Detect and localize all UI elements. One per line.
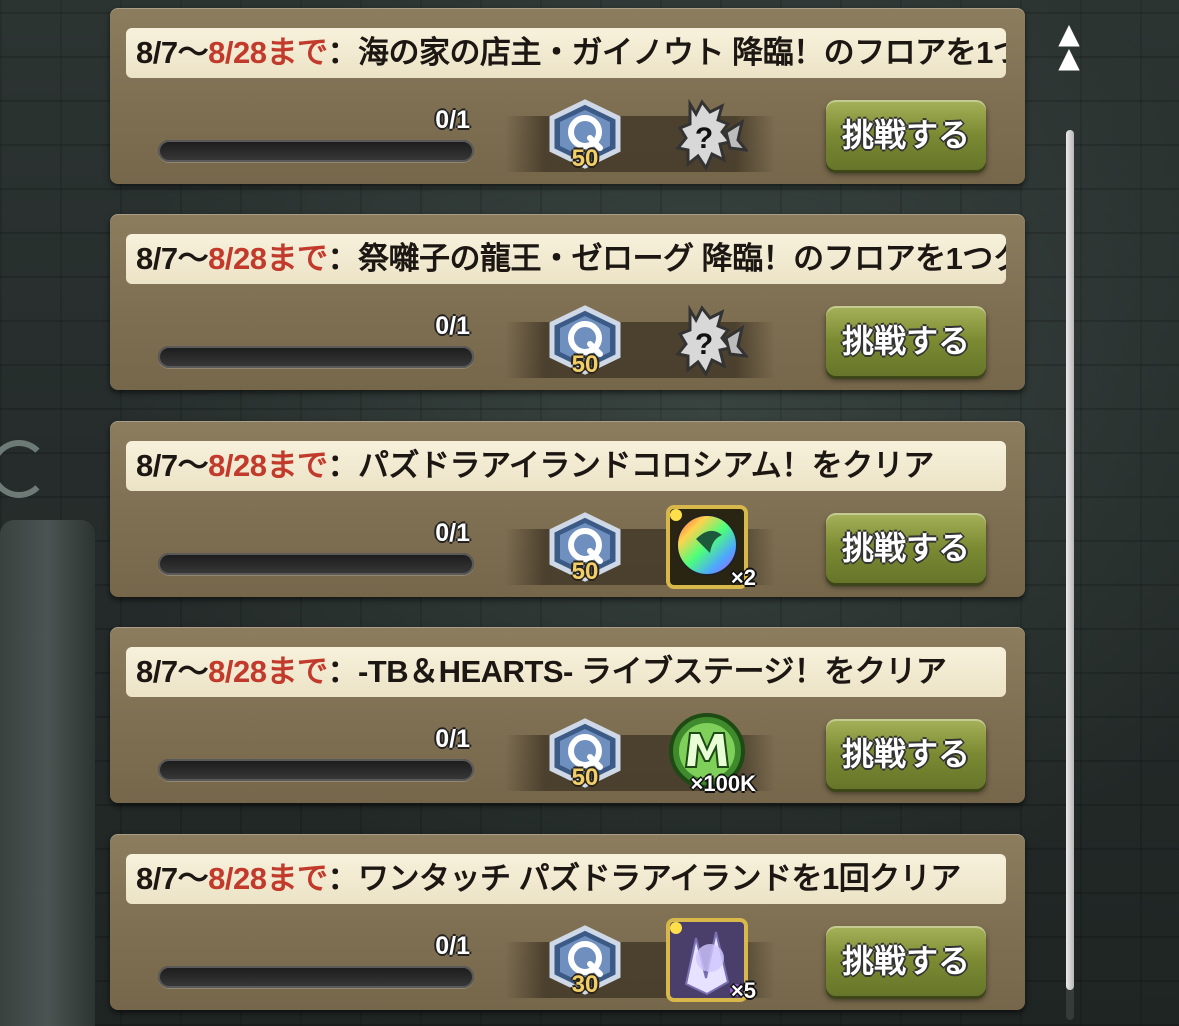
reward-item: ?: [666, 92, 750, 176]
quest-card: 8/7〜8/28まで：パズドラアイランドコロシアム！をクリア 0/1 50 ×2…: [110, 421, 1025, 597]
quest-description: ：海の家の店主・ガイノウト 降臨！のフロアを1つクリア: [327, 35, 1006, 70]
quest-date-start: 8/7〜: [136, 241, 209, 276]
progress-bar: [158, 966, 474, 988]
quest-date-end: 8/28まで: [208, 35, 328, 70]
progress-bar: [158, 140, 474, 162]
quest-description: ：-TB＆HEARTS- ライブステージ！をクリア: [327, 654, 947, 689]
quest-point-value: 30: [571, 971, 599, 998]
quest-point-value: 50: [571, 351, 599, 378]
quest-title: 8/7〜8/28まで：パズドラアイランドコロシアム！をクリア: [126, 441, 1006, 491]
progress-count: 0/1: [435, 106, 470, 134]
progress-count: 0/1: [435, 932, 470, 960]
quest-title: 8/7〜8/28まで：-TB＆HEARTS- ライブステージ！をクリア: [126, 647, 1006, 697]
svg-text:?: ?: [695, 328, 713, 361]
quest-date-start: 8/7〜: [136, 448, 209, 483]
challenge-button[interactable]: 挑戦する: [826, 513, 986, 583]
scrollbar[interactable]: [1066, 130, 1074, 1020]
reward-quantity: ×100K: [690, 771, 756, 796]
quest-date-end: 8/28まで: [208, 861, 328, 896]
quest-point-badge: 50: [544, 717, 626, 795]
quest-point-badge: 30: [544, 924, 626, 1002]
quest-point-badge: 50: [544, 304, 626, 382]
quest-description: ：ワンタッチ パズドラアイランドを1回クリア: [327, 861, 961, 896]
quest-point-badge: 50: [544, 98, 626, 176]
progress-bar: [158, 759, 474, 781]
challenge-button[interactable]: 挑戦する: [826, 306, 986, 376]
quest-date-start: 8/7〜: [136, 35, 209, 70]
quest-title: 8/7〜8/28まで：祭囃子の龍王・ゼローグ 降臨！のフロアを1つクリア: [126, 234, 1006, 284]
quest-date-end: 8/28まで: [208, 241, 328, 276]
scrollbar-thumb[interactable]: [1066, 130, 1074, 990]
progress-count: 0/1: [435, 312, 470, 340]
mystery-dragon-icon: ?: [675, 304, 750, 378]
challenge-button[interactable]: 挑戦する: [826, 926, 986, 996]
quest-description: ：祭囃子の龍王・ゼローグ 降臨！のフロアを1つクリア: [327, 241, 1006, 276]
background-pillar: [0, 520, 95, 1026]
challenge-button[interactable]: 挑戦する: [826, 100, 986, 170]
quest-card: 8/7〜8/28まで：祭囃子の龍王・ゼローグ 降臨！のフロアを1つクリア 0/1…: [110, 214, 1025, 390]
quest-point-value: 50: [571, 558, 599, 585]
reward-item: ×100K: [666, 711, 756, 796]
reward-item: ?: [666, 298, 750, 382]
quest-description: ：パズドラアイランドコロシアム！をクリア: [327, 448, 934, 483]
quest-point-value: 50: [571, 764, 599, 791]
svg-text:?: ?: [695, 122, 713, 155]
challenge-button[interactable]: 挑戦する: [826, 719, 986, 789]
progress-bar: [158, 346, 474, 368]
quest-date-end: 8/28まで: [208, 654, 328, 689]
quest-card: 8/7〜8/28まで：-TB＆HEARTS- ライブステージ！をクリア 0/1 …: [110, 627, 1025, 803]
quest-card: 8/7〜8/28まで：海の家の店主・ガイノウト 降臨！のフロアを1つクリア 0/…: [110, 8, 1025, 184]
quest-date-start: 8/7〜: [136, 861, 209, 896]
quest-point-badge: 50: [544, 511, 626, 589]
quest-card: 8/7〜8/28まで：ワンタッチ パズドラアイランドを1回クリア 0/1 30 …: [110, 834, 1025, 1010]
quest-title: 8/7〜8/28まで：海の家の店主・ガイノウト 降臨！のフロアを1つクリア: [126, 28, 1006, 78]
quest-date-end: 8/28まで: [208, 448, 328, 483]
reward-quantity: ×5: [730, 978, 756, 1003]
mystery-dragon-icon: ?: [675, 98, 750, 172]
progress-bar: [158, 553, 474, 575]
reward-item: ×2: [666, 505, 756, 590]
quest-date-start: 8/7〜: [136, 654, 209, 689]
double-up-arrow-icon[interactable]: ▲ ▲: [1052, 20, 1086, 74]
quest-title: 8/7〜8/28まで：ワンタッチ パズドラアイランドを1回クリア: [126, 854, 1006, 904]
progress-count: 0/1: [435, 725, 470, 753]
reward-quantity: ×2: [730, 565, 756, 590]
reward-item: ×5: [666, 918, 756, 1003]
quest-point-value: 50: [571, 145, 599, 172]
progress-count: 0/1: [435, 519, 470, 547]
